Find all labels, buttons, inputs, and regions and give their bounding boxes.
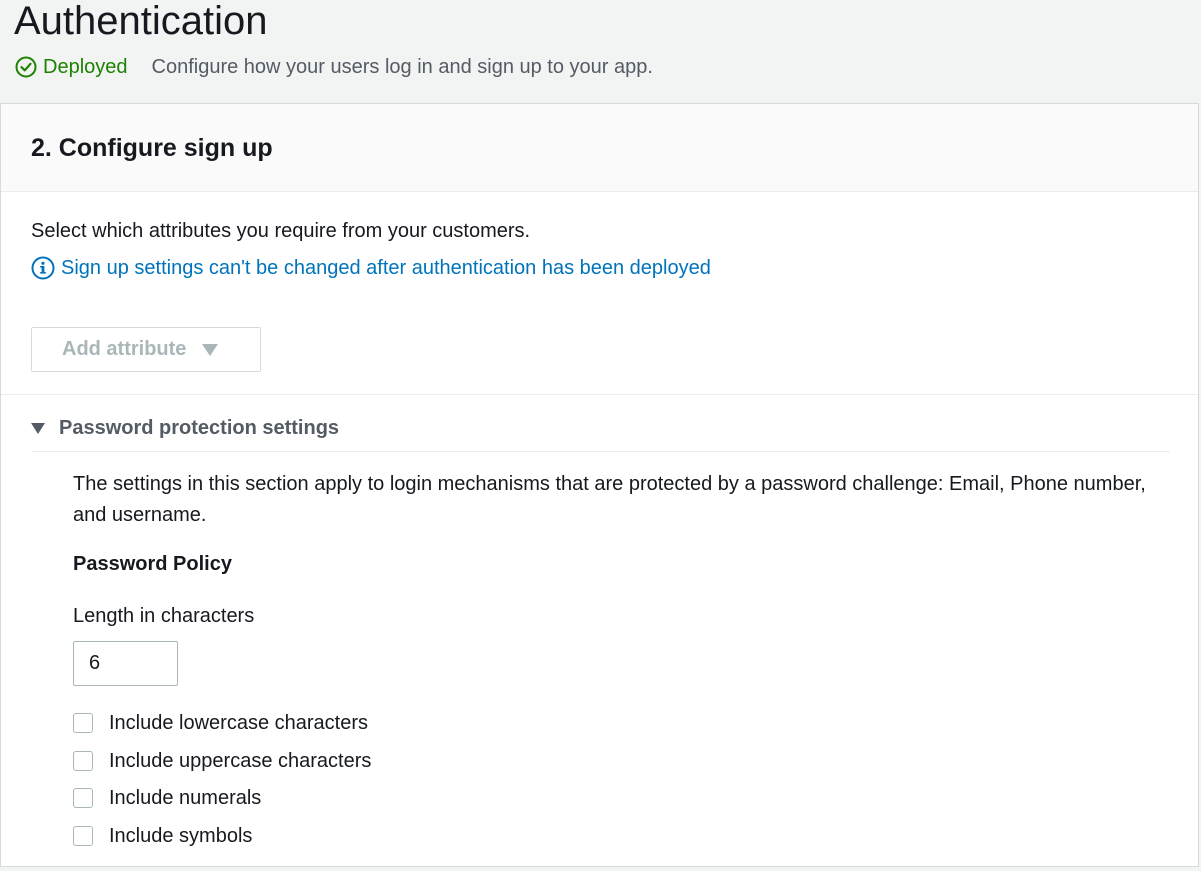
checkbox[interactable] — [73, 788, 93, 808]
add-attribute-button[interactable]: Add attribute — [31, 327, 261, 372]
caret-down-icon — [202, 343, 219, 356]
add-attribute-label: Add attribute — [62, 338, 187, 360]
page-header: Authentication Deployed Configure how yo… — [0, 0, 1201, 104]
password-settings-description: The settings in this section apply to lo… — [73, 473, 1146, 526]
divider — [1, 394, 1198, 395]
configure-sign-up-panel: 2. Configure sign up Select which attrib… — [0, 103, 1199, 867]
check-circle-icon — [15, 56, 37, 78]
info-notice[interactable]: Sign up settings can't be changed after … — [31, 255, 711, 281]
checkbox-numerals[interactable]: Include numerals — [73, 786, 261, 810]
page-title: Authentication — [14, 0, 268, 43]
panel-header: 2. Configure sign up — [1, 104, 1198, 192]
page-subtitle: Configure how your users log in and sign… — [151, 55, 653, 78]
info-link[interactable]: Sign up settings can't be changed after … — [61, 255, 711, 281]
checkbox-label: Include numerals — [109, 786, 262, 809]
status-badge: Deployed — [43, 55, 128, 78]
panel-description: Select which attributes you require from… — [31, 220, 531, 242]
expander-label: Password protection settings — [59, 417, 340, 439]
checkbox-label: Include lowercase characters — [109, 711, 369, 734]
password-policy-heading: Password Policy — [73, 553, 232, 575]
checkbox-uppercase[interactable]: Include uppercase characters — [73, 749, 371, 773]
panel-title: 2. Configure sign up — [31, 134, 273, 162]
status-row: Deployed Configure how your users log in… — [15, 55, 653, 79]
checkbox-symbols[interactable]: Include symbols — [73, 824, 252, 848]
checkbox[interactable] — [73, 751, 93, 771]
checkbox-label: Include uppercase characters — [109, 749, 372, 772]
length-label: Length in characters — [73, 605, 255, 627]
checkbox[interactable] — [73, 826, 93, 846]
length-input[interactable] — [73, 641, 178, 686]
caret-down-icon — [31, 423, 45, 434]
checkbox-lowercase[interactable]: Include lowercase characters — [73, 711, 368, 735]
info-circle-icon — [31, 256, 55, 280]
checkbox[interactable] — [73, 713, 93, 733]
password-settings-expander[interactable]: Password protection settings — [31, 417, 339, 440]
checkbox-label: Include symbols — [109, 824, 253, 847]
divider — [31, 451, 1170, 452]
